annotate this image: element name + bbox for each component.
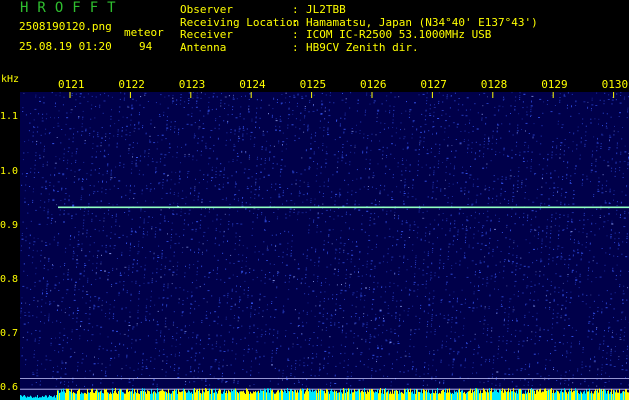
freq-tick-0-6: 0.6: [0, 382, 19, 394]
signal-level-bars: [20, 388, 629, 400]
date-time: 25.08.19 01:20: [19, 40, 112, 53]
header-panel: HROFFT 2508190120.png 25.08.19 01:20 met…: [0, 0, 629, 72]
spectrogram-svg: [20, 92, 629, 400]
info-row-receiver: Receiver: ICOM IC-R2500 53.1000MHz USB: [180, 28, 492, 41]
time-tick-0125: 0125: [299, 78, 327, 91]
freq-tick-1-0: 1.0: [0, 165, 19, 177]
spectrogram: [20, 92, 629, 400]
info-row-observer: Observer: JL2TBB: [180, 3, 346, 16]
time-axis: 0121 0122 0123 0124 0125 0126 0127 0128 0129 0130: [0, 78, 629, 92]
file-name: 2508190120.png: [19, 20, 112, 33]
noise-field: [20, 92, 629, 387]
freq-tick-1-1: 1.1: [0, 111, 19, 123]
time-tick-0121: 0121: [58, 78, 85, 91]
station-info: Observer: JL2TBB Receiving Location: Hamam…: [180, 3, 538, 54]
time-tick-0123: 0123: [178, 78, 206, 91]
meteor-label: meteor: [124, 26, 164, 39]
time-tick-0130: 0130: [601, 78, 629, 91]
time-tick-0122: 0122: [118, 78, 145, 91]
app-title: HROFFT: [20, 0, 125, 16]
time-tick-0126: 0126: [360, 78, 387, 91]
meteor-count: 94: [139, 40, 153, 53]
freq-tick-0-7: 0.7: [0, 327, 19, 339]
info-row-antenna: Antenna: HB9CV Zenith dir.: [180, 40, 419, 54]
time-tick-0124: 0124: [239, 78, 266, 91]
freq-tick-0-8: 0.8: [0, 273, 19, 285]
time-tick-0127: 0127: [420, 78, 447, 91]
time-tick-0128: 0128: [480, 78, 508, 91]
freq-tick-0-9: 0.9: [0, 219, 19, 231]
time-tick-0129: 0129: [541, 78, 568, 91]
frequency-axis: 1.1 1.0 0.9 0.8 0.7 0.6: [0, 72, 20, 400]
